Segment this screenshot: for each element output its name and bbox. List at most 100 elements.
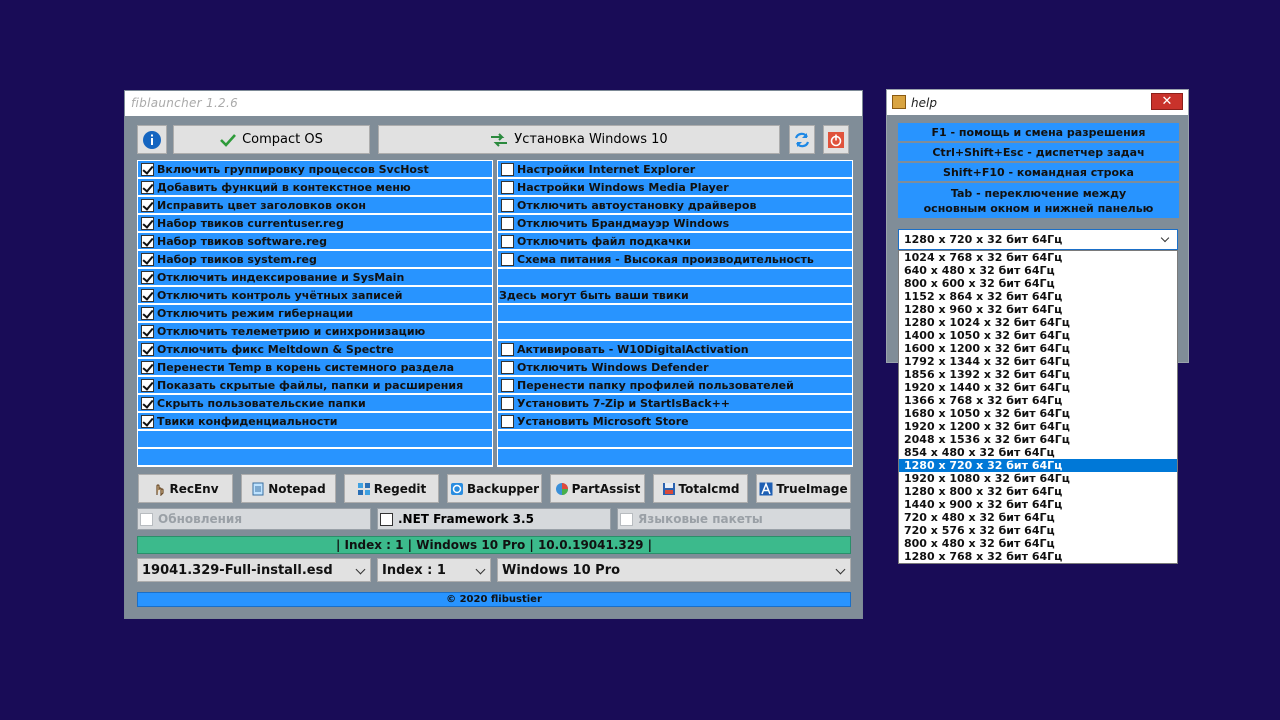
tweak-row[interactable]: Установить 7-Zip и StartIsBack++ <box>498 395 852 413</box>
tweak-checkbox[interactable] <box>501 342 514 356</box>
tweak-checkbox[interactable] <box>141 414 154 428</box>
tweak-checkbox[interactable] <box>141 324 154 338</box>
resolution-option[interactable]: 1280 x 800 x 32 бит 64Гц <box>899 485 1177 498</box>
index-select[interactable]: Index : 1 <box>377 558 491 582</box>
notepad-button[interactable]: Notepad <box>241 474 336 503</box>
tweak-checkbox[interactable] <box>501 414 514 428</box>
tweak-row[interactable]: Отключить Брандмауэр Windows <box>498 215 852 233</box>
tweak-row[interactable]: Исправить цвет заголовков окон <box>138 197 492 215</box>
resolution-option[interactable]: 1280 x 768 x 32 бит 64Гц <box>899 550 1177 563</box>
tweak-row[interactable]: Настройки Windows Media Player <box>498 179 852 197</box>
tweak-checkbox[interactable] <box>141 270 154 284</box>
resolution-option[interactable]: 1280 x 720 x 32 бит 64Гц <box>899 459 1177 472</box>
trueimage-button[interactable]: TrueImage <box>756 474 851 503</box>
title-bar[interactable]: fiblauncher 1.2.6 <box>125 91 862 116</box>
tweak-row[interactable]: Отключить телеметрию и синхронизацию <box>138 323 492 341</box>
resolution-option[interactable]: 1680 x 1050 x 32 бит 64Гц <box>899 407 1177 420</box>
netfx-checkbox[interactable] <box>380 512 393 526</box>
tweak-checkbox[interactable] <box>501 180 514 194</box>
resolution-option[interactable]: 1440 x 900 x 32 бит 64Гц <box>899 498 1177 511</box>
tweak-row[interactable]: Отключить файл подкачки <box>498 233 852 251</box>
tweak-checkbox[interactable] <box>141 360 154 374</box>
tweak-checkbox[interactable] <box>501 378 514 392</box>
partassist-button[interactable]: PartAssist <box>550 474 645 503</box>
tweak-row[interactable]: Добавить функций в контекстное меню <box>138 179 492 197</box>
tweak-row[interactable]: Показать скрытые файлы, папки и расширен… <box>138 377 492 395</box>
updates-option[interactable]: Обновления <box>137 508 371 530</box>
resolution-option[interactable]: 854 x 480 x 32 бит 64Гц <box>899 446 1177 459</box>
tweak-checkbox[interactable] <box>141 288 154 302</box>
tweak-checkbox[interactable] <box>141 342 154 356</box>
resolution-option[interactable]: 1024 x 768 x 32 бит 64Гц <box>899 251 1177 264</box>
refresh-button[interactable] <box>789 125 815 154</box>
tweak-checkbox[interactable] <box>501 360 514 374</box>
totalcmd-button[interactable]: Totalcmd <box>653 474 748 503</box>
image-file-select[interactable]: 19041.329-Full-install.esd <box>137 558 371 582</box>
tweak-row[interactable]: Набор твиков system.reg <box>138 251 492 269</box>
recenv-button[interactable]: RecEnv <box>138 474 233 503</box>
tweak-checkbox[interactable] <box>141 162 154 176</box>
resolution-select[interactable]: 1280 x 720 x 32 бит 64Гц <box>898 229 1178 250</box>
resolution-option[interactable]: 1366 x 768 x 32 бит 64Гц <box>899 394 1177 407</box>
netfx-option[interactable]: .NET Framework 3.5 <box>377 508 611 530</box>
resolution-option[interactable]: 800 x 600 x 32 бит 64Гц <box>899 277 1177 290</box>
tweak-row[interactable]: Перенести папку профилей пользователей <box>498 377 852 395</box>
tweak-row[interactable]: Включить группировку процессов SvcHost <box>138 161 492 179</box>
close-button[interactable]: ✕ <box>1151 93 1183 110</box>
tweak-checkbox[interactable] <box>141 396 154 410</box>
tweak-row[interactable]: Настройки Internet Explorer <box>498 161 852 179</box>
resolution-option[interactable]: 720 x 576 x 32 бит 64Гц <box>899 524 1177 537</box>
tweak-row[interactable]: Набор твиков software.reg <box>138 233 492 251</box>
compact-os-button[interactable]: Compact OS <box>173 125 370 154</box>
install-windows-button[interactable]: Установка Windows 10 <box>378 125 780 154</box>
tweak-checkbox[interactable] <box>501 396 514 410</box>
tweak-row[interactable]: Отключить индексирование и SysMain <box>138 269 492 287</box>
backupper-button[interactable]: Backupper <box>447 474 542 503</box>
tweak-checkbox[interactable] <box>141 216 154 230</box>
tweak-row[interactable]: Отключить автоустановку драйверов <box>498 197 852 215</box>
resolution-option[interactable]: 1280 x 1024 x 32 бит 64Гц <box>899 316 1177 329</box>
tweak-checkbox[interactable] <box>501 198 514 212</box>
tweak-row[interactable]: Отключить фикс Meltdown & Spectre <box>138 341 492 359</box>
resolution-option[interactable]: 1920 x 1440 x 32 бит 64Гц <box>899 381 1177 394</box>
resolution-option[interactable]: 1400 x 1050 x 32 бит 64Гц <box>899 329 1177 342</box>
tweak-checkbox[interactable] <box>141 252 154 266</box>
langpacks-checkbox[interactable] <box>620 512 633 526</box>
tweak-checkbox[interactable] <box>501 216 514 230</box>
tweak-row[interactable]: Набор твиков currentuser.reg <box>138 215 492 233</box>
resolution-option[interactable]: 1792 x 1344 x 32 бит 64Гц <box>899 355 1177 368</box>
tweak-checkbox[interactable] <box>501 252 514 266</box>
updates-checkbox[interactable] <box>140 512 153 526</box>
tweak-checkbox[interactable] <box>501 162 514 176</box>
tweak-checkbox[interactable] <box>141 234 154 248</box>
tweak-checkbox[interactable] <box>141 306 154 320</box>
resolution-option[interactable]: 1280 x 960 x 32 бит 64Гц <box>899 303 1177 316</box>
tweak-row[interactable]: Отключить контроль учётных записей <box>138 287 492 305</box>
info-button[interactable] <box>137 125 167 154</box>
langpacks-option[interactable]: Языковые пакеты <box>617 508 851 530</box>
tweak-row[interactable]: Схема питания - Высокая производительнос… <box>498 251 852 269</box>
tweak-row[interactable]: Твики конфиденциальности <box>138 413 492 431</box>
resolution-option[interactable]: 640 x 480 x 32 бит 64Гц <box>899 264 1177 277</box>
resolution-option[interactable]: 1920 x 1080 x 32 бит 64Гц <box>899 472 1177 485</box>
resolution-option[interactable]: 1856 x 1392 x 32 бит 64Гц <box>899 368 1177 381</box>
tweak-checkbox[interactable] <box>501 234 514 248</box>
resolution-option[interactable]: 800 x 480 x 32 бит 64Гц <box>899 537 1177 550</box>
tweak-row[interactable]: Скрыть пользовательские папки <box>138 395 492 413</box>
tweak-checkbox[interactable] <box>141 198 154 212</box>
resolution-option[interactable]: 2048 x 1536 x 32 бит 64Гц <box>899 433 1177 446</box>
tweak-row[interactable]: Активировать - W10DigitalActivation <box>498 341 852 359</box>
power-button[interactable] <box>823 125 849 154</box>
resolution-option[interactable]: 720 x 480 x 32 бит 64Гц <box>899 511 1177 524</box>
regedit-button[interactable]: Regedit <box>344 474 439 503</box>
tweak-row[interactable]: Установить Microsoft Store <box>498 413 852 431</box>
tweak-row[interactable]: Отключить режим гибернации <box>138 305 492 323</box>
resolution-option[interactable]: 1920 x 1200 x 32 бит 64Гц <box>899 420 1177 433</box>
tweak-checkbox[interactable] <box>141 378 154 392</box>
edition-select[interactable]: Windows 10 Pro <box>497 558 851 582</box>
resolution-option[interactable]: 1600 x 1200 x 32 бит 64Гц <box>899 342 1177 355</box>
tweak-row[interactable]: Отключить Windows Defender <box>498 359 852 377</box>
resolution-option[interactable]: 1152 x 864 x 32 бит 64Гц <box>899 290 1177 303</box>
tweak-checkbox[interactable] <box>141 180 154 194</box>
tweak-row[interactable]: Перенести Temp в корень системного разде… <box>138 359 492 377</box>
